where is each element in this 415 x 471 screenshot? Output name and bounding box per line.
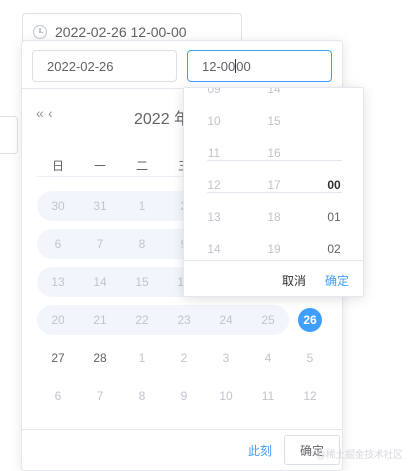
clock-icon — [33, 25, 47, 39]
time-input[interactable]: 12-00 00 — [187, 50, 332, 82]
picker-header-inputs: 2022-02-26 12-00 00 — [22, 41, 342, 89]
hour-option[interactable]: 12 — [184, 169, 244, 201]
minute-option[interactable]: 17 — [244, 169, 304, 201]
time-input-value-before-caret: 12-00 — [202, 58, 236, 74]
time-ok-button[interactable]: 确定 — [325, 272, 349, 289]
partial-input-left[interactable] — [0, 116, 18, 154]
calendar-day[interactable]: 25 — [247, 301, 289, 339]
weekday-label: 一 — [93, 159, 106, 173]
calendar-header-label[interactable]: 2022 年 — [134, 105, 190, 129]
calendar-day[interactable]: 5 — [289, 339, 331, 377]
time-input-value-after-caret: 00 — [236, 58, 251, 74]
date-input[interactable]: 2022-02-26 — [32, 50, 177, 82]
calendar-day[interactable]: 23 — [163, 301, 205, 339]
calendar-week-row: 27 28 1 2 3 4 5 — [37, 339, 331, 377]
calendar-day-selected[interactable]: 26 — [289, 301, 331, 339]
watermark: @稀土掘金技术社区 — [316, 450, 403, 461]
calendar-day[interactable]: 8 — [121, 225, 163, 263]
calendar-day[interactable]: 1 — [121, 187, 163, 225]
calendar-day[interactable]: 8 — [121, 377, 163, 415]
now-button[interactable]: 此刻 — [248, 442, 272, 459]
time-panel-footer: 取消 确定 — [184, 260, 363, 296]
calendar-day[interactable]: 1 — [121, 339, 163, 377]
date-input-value: 2022-02-26 — [47, 58, 114, 74]
minute-option[interactable]: 16 — [244, 137, 304, 169]
calendar-day[interactable]: 15 — [121, 263, 163, 301]
time-cancel-button[interactable]: 取消 — [282, 272, 306, 289]
minute-option[interactable]: 15 — [244, 105, 304, 137]
calendar-day[interactable]: 28 — [79, 339, 121, 377]
hour-option[interactable]: 11 — [184, 137, 244, 169]
minute-option[interactable]: 14 — [244, 88, 304, 105]
picker-footer: 此刻 确定 — [22, 429, 342, 470]
time-spinner-panel: 09 10 11 12 13 14 14 15 16 17 18 19 00 0… — [183, 87, 364, 297]
seconds-column[interactable]: 00 01 02 — [304, 88, 363, 262]
calendar-day[interactable]: 10 — [205, 377, 247, 415]
calendar-week-row: 20 21 22 23 24 25 26 — [37, 301, 331, 339]
calendar-day[interactable]: 27 — [37, 339, 79, 377]
calendar-day[interactable]: 13 — [37, 263, 79, 301]
calendar-day[interactable]: 11 — [247, 377, 289, 415]
prev-year-button[interactable]: « — [36, 105, 44, 121]
second-option[interactable]: 02 — [304, 233, 363, 262]
minutes-column[interactable]: 14 15 16 17 18 19 — [244, 88, 304, 262]
calendar-day[interactable]: 7 — [79, 377, 121, 415]
calendar-day[interactable]: 4 — [247, 339, 289, 377]
calendar-day[interactable]: 7 — [79, 225, 121, 263]
calendar-day[interactable]: 6 — [37, 225, 79, 263]
second-option[interactable]: 01 — [304, 201, 363, 233]
calendar-day[interactable]: 24 — [205, 301, 247, 339]
minute-option[interactable]: 18 — [244, 201, 304, 233]
second-option[interactable]: 00 — [304, 169, 363, 201]
prev-month-button[interactable]: ‹ — [48, 105, 52, 121]
calendar-day[interactable]: 6 — [37, 377, 79, 415]
weekday-label: 二 — [135, 159, 148, 173]
calendar-day[interactable]: 12 — [289, 377, 331, 415]
calendar-day[interactable]: 22 — [121, 301, 163, 339]
minute-option[interactable]: 19 — [244, 233, 304, 262]
hours-column[interactable]: 09 10 11 12 13 14 — [184, 88, 244, 262]
calendar-day[interactable]: 14 — [79, 263, 121, 301]
calendar-week-row: 6 7 8 9 10 11 12 — [37, 377, 331, 415]
hour-option[interactable]: 14 — [184, 233, 244, 262]
calendar-day[interactable]: 2 — [163, 339, 205, 377]
calendar-day[interactable]: 30 — [37, 187, 79, 225]
datetime-input-value: 2022-02-26 12-00-00 — [55, 24, 187, 40]
hour-option[interactable]: 09 — [184, 88, 244, 105]
calendar-day[interactable]: 9 — [163, 377, 205, 415]
weekday-label: 日 — [51, 159, 64, 173]
selection-line-top — [207, 160, 342, 161]
hour-option[interactable]: 10 — [184, 105, 244, 137]
calendar-day[interactable]: 31 — [79, 187, 121, 225]
calendar-day[interactable]: 21 — [79, 301, 121, 339]
selection-line-bottom — [207, 192, 342, 193]
hour-option[interactable]: 13 — [184, 201, 244, 233]
calendar-day[interactable]: 3 — [205, 339, 247, 377]
calendar-day[interactable]: 20 — [37, 301, 79, 339]
